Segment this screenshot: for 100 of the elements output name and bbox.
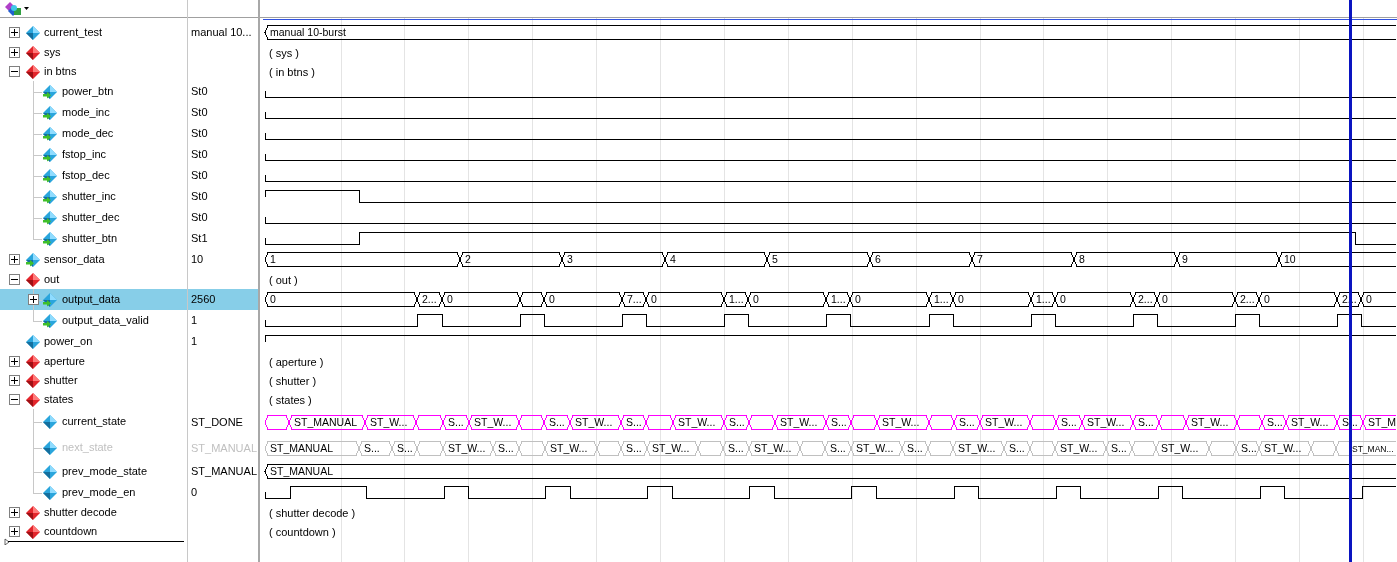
signal-value: 10 [191,253,204,266]
signal-name[interactable]: current_test [44,25,103,39]
bus-value: S... [831,416,847,428]
signal-name[interactable]: mode_dec [62,126,114,140]
bus-value: 0 [855,293,861,305]
bus-value: ST_W... [652,442,690,454]
bus-value: 0 [549,293,555,305]
bus-value: 9 [1182,253,1188,265]
signal-name[interactable]: aperture [44,354,85,368]
signal-value: St0 [191,127,208,140]
bus-value: ST_W... [882,416,920,428]
signal-name[interactable]: current_state [62,415,127,428]
signal-value: ST_MANUAL [191,465,258,478]
bus-value: 0 [1060,293,1066,305]
bus-value: 8 [1079,253,1085,265]
signal-name[interactable]: shutter_btn [62,231,118,245]
signal-name[interactable]: shutter decode [44,505,117,519]
signal-name[interactable]: fstop_inc [62,147,107,161]
bus-value: 5 [772,253,778,265]
diamond-arrow-icon [42,209,58,226]
bus-value: ST_W... [1191,416,1229,428]
diamond-icon [25,333,41,350]
bus-value: ST_W... [754,442,792,454]
signal-name[interactable]: countdown [44,524,98,538]
bus-value: 0 [1264,293,1270,305]
diamond-icon [25,372,41,389]
group-summary: ( countdown ) [269,525,336,538]
bus-value: 10 [1284,253,1296,265]
bus-value: ST_W... [780,416,818,428]
diamond-icon [25,523,41,540]
signal-name[interactable]: shutter_inc [62,189,116,203]
diamond-arrow-icon [42,312,58,329]
diamond-arrow-icon [42,167,58,184]
signal-name[interactable]: in btns [44,64,77,78]
signal-value: 0 [191,486,198,499]
signal-value: ST_DONE [191,415,243,429]
bus-value: 2... [1138,293,1153,305]
bus-value: ST_W... [678,416,716,428]
bus-value: S... [364,442,380,454]
diamond-arrow-icon [42,146,58,163]
signal-name[interactable]: output_data_valid [62,313,149,327]
diamond-icon [25,391,41,408]
bus-value: 1 [270,253,276,265]
signal-name[interactable]: shutter_dec [62,210,120,224]
diamond-arrow-icon [25,251,41,268]
diamond-icon [42,440,58,456]
diamond-arrow-icon [42,188,58,205]
bus-value: 1... [729,293,744,305]
bus-value: ST_W... [1161,442,1199,454]
signal-value: ST_MANUAL [191,441,258,455]
signal-value: St0 [191,148,208,161]
bus-value: S... [830,442,846,454]
signal-name[interactable]: mode_inc [62,105,110,119]
signal-value: 2560 [191,293,216,306]
bus-value: 4 [670,253,676,265]
diamonds-icon [4,0,22,17]
diamond-icon [42,463,58,480]
diamond-arrow-icon [42,104,58,121]
bus-value: ST_W... [985,416,1023,428]
group-summary: ( in btns ) [269,65,315,78]
view-menu-button[interactable] [4,0,29,17]
bus-value: 7 [977,253,983,265]
bus-value: S... [1009,442,1025,454]
bus-value: ST_W... [1291,416,1329,428]
bus-value: ST_W... [1264,442,1302,454]
bus-value: ST_W... [474,416,512,428]
signal-name[interactable]: prev_mode_state [62,464,147,478]
bus-value: 2 [465,253,471,265]
bus-value: ST_MAN... [1352,444,1394,454]
signal-name[interactable]: prev_mode_en [62,485,136,499]
signal-name[interactable]: shutter [44,373,78,387]
bus-value: ST_W... [370,416,408,428]
signal-value: St0 [191,106,208,119]
diamond-icon [42,414,58,430]
bus-value: S... [626,416,642,428]
bus-value: 0 [447,293,453,305]
signal-name[interactable]: sensor_data [44,252,105,266]
bus-value: 0 [270,293,276,305]
caret-icon [24,7,29,10]
bus-value: 0 [1366,293,1372,305]
group-summary: ( sys ) [269,46,299,59]
bus-value: 0 [753,293,759,305]
bus-value: S... [498,442,514,454]
diamond-arrow-icon [42,125,58,142]
bus-value: S... [1061,416,1077,428]
diamond-icon [42,484,58,501]
signal-name[interactable]: fstop_dec [62,168,110,182]
signal-name[interactable]: out [44,272,60,286]
signal-value: 1 [191,314,198,327]
signal-name[interactable]: power_btn [62,84,114,98]
bus-value: ST_W... [1060,442,1098,454]
signal-name[interactable]: sys [44,45,61,59]
group-summary: ( states ) [269,393,312,406]
diamond-icon [25,271,41,288]
bus-value: ST_W... [575,416,613,428]
bus-value: S... [729,416,745,428]
diamond-icon [25,63,41,80]
bus-value: 1... [934,293,949,305]
signal-name[interactable]: states [44,392,74,406]
signal-name[interactable]: power_on [44,334,93,348]
